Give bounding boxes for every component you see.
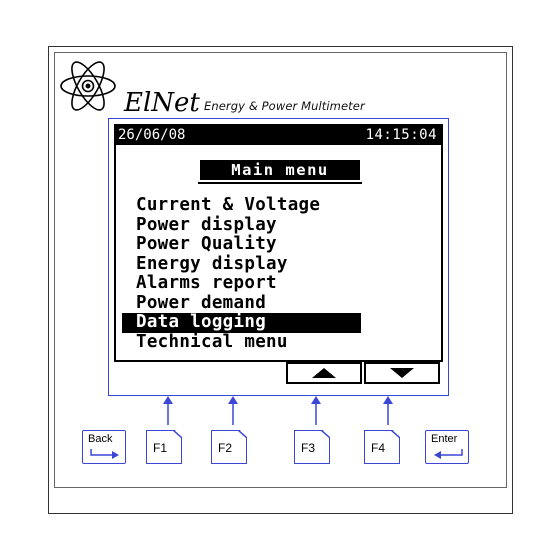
fkey-corner xyxy=(321,430,330,439)
arrow-up-icon xyxy=(311,396,321,425)
menu-item-alarms-report[interactable]: Alarms report xyxy=(132,273,361,294)
softkey-bar xyxy=(114,362,443,392)
arrow-up-icon xyxy=(228,396,238,425)
f2-button-label: F2 xyxy=(218,441,233,455)
fkey-corner xyxy=(173,430,182,439)
back-button[interactable]: Back xyxy=(82,430,126,464)
status-time: 14:15:04 xyxy=(365,127,437,143)
arrow-up-icon xyxy=(163,396,173,425)
arrow-right-icon xyxy=(90,449,119,459)
enter-arrow-icon xyxy=(434,449,463,459)
f3-button-label: F3 xyxy=(301,441,316,455)
softkey-up[interactable] xyxy=(286,362,362,384)
f4-button-label: F4 xyxy=(371,441,386,455)
menu-item-current-voltage[interactable]: Current & Voltage xyxy=(132,195,361,216)
menu-item-power-quality[interactable]: Power Quality xyxy=(132,234,361,255)
main-menu-list: Current & Voltage Power display Power Qu… xyxy=(122,195,361,353)
back-button-label: Back xyxy=(88,433,113,445)
menu-item-power-display[interactable]: Power display xyxy=(132,215,361,236)
softkey-down[interactable] xyxy=(364,362,440,384)
enter-button[interactable]: Enter xyxy=(425,430,469,464)
triangle-down-icon xyxy=(390,368,414,378)
brand-tagline: Energy & Power Multimeter xyxy=(204,99,365,113)
fkey-corner xyxy=(238,430,247,439)
brand-name: ElNet xyxy=(124,88,200,118)
atom-icon xyxy=(60,61,116,111)
menu-title-underline xyxy=(198,182,362,184)
lcd-display: 26/06/08 14:15:04 Main menu Current & Vo… xyxy=(114,124,443,362)
menu-item-data-logging[interactable]: Data logging xyxy=(122,312,361,333)
fkey-corner xyxy=(391,430,400,439)
status-bar: 26/06/08 14:15:04 xyxy=(116,126,441,145)
triangle-up-icon xyxy=(312,368,336,378)
arrow-up-icon xyxy=(383,396,393,425)
enter-button-label: Enter xyxy=(431,433,458,445)
status-date: 26/06/08 xyxy=(118,127,186,143)
menu-item-technical-menu[interactable]: Technical menu xyxy=(132,332,361,353)
menu-item-power-demand[interactable]: Power demand xyxy=(132,293,361,314)
menu-title: Main menu xyxy=(200,160,360,180)
f1-button-label: F1 xyxy=(153,441,168,455)
menu-item-energy-display[interactable]: Energy display xyxy=(132,254,361,275)
